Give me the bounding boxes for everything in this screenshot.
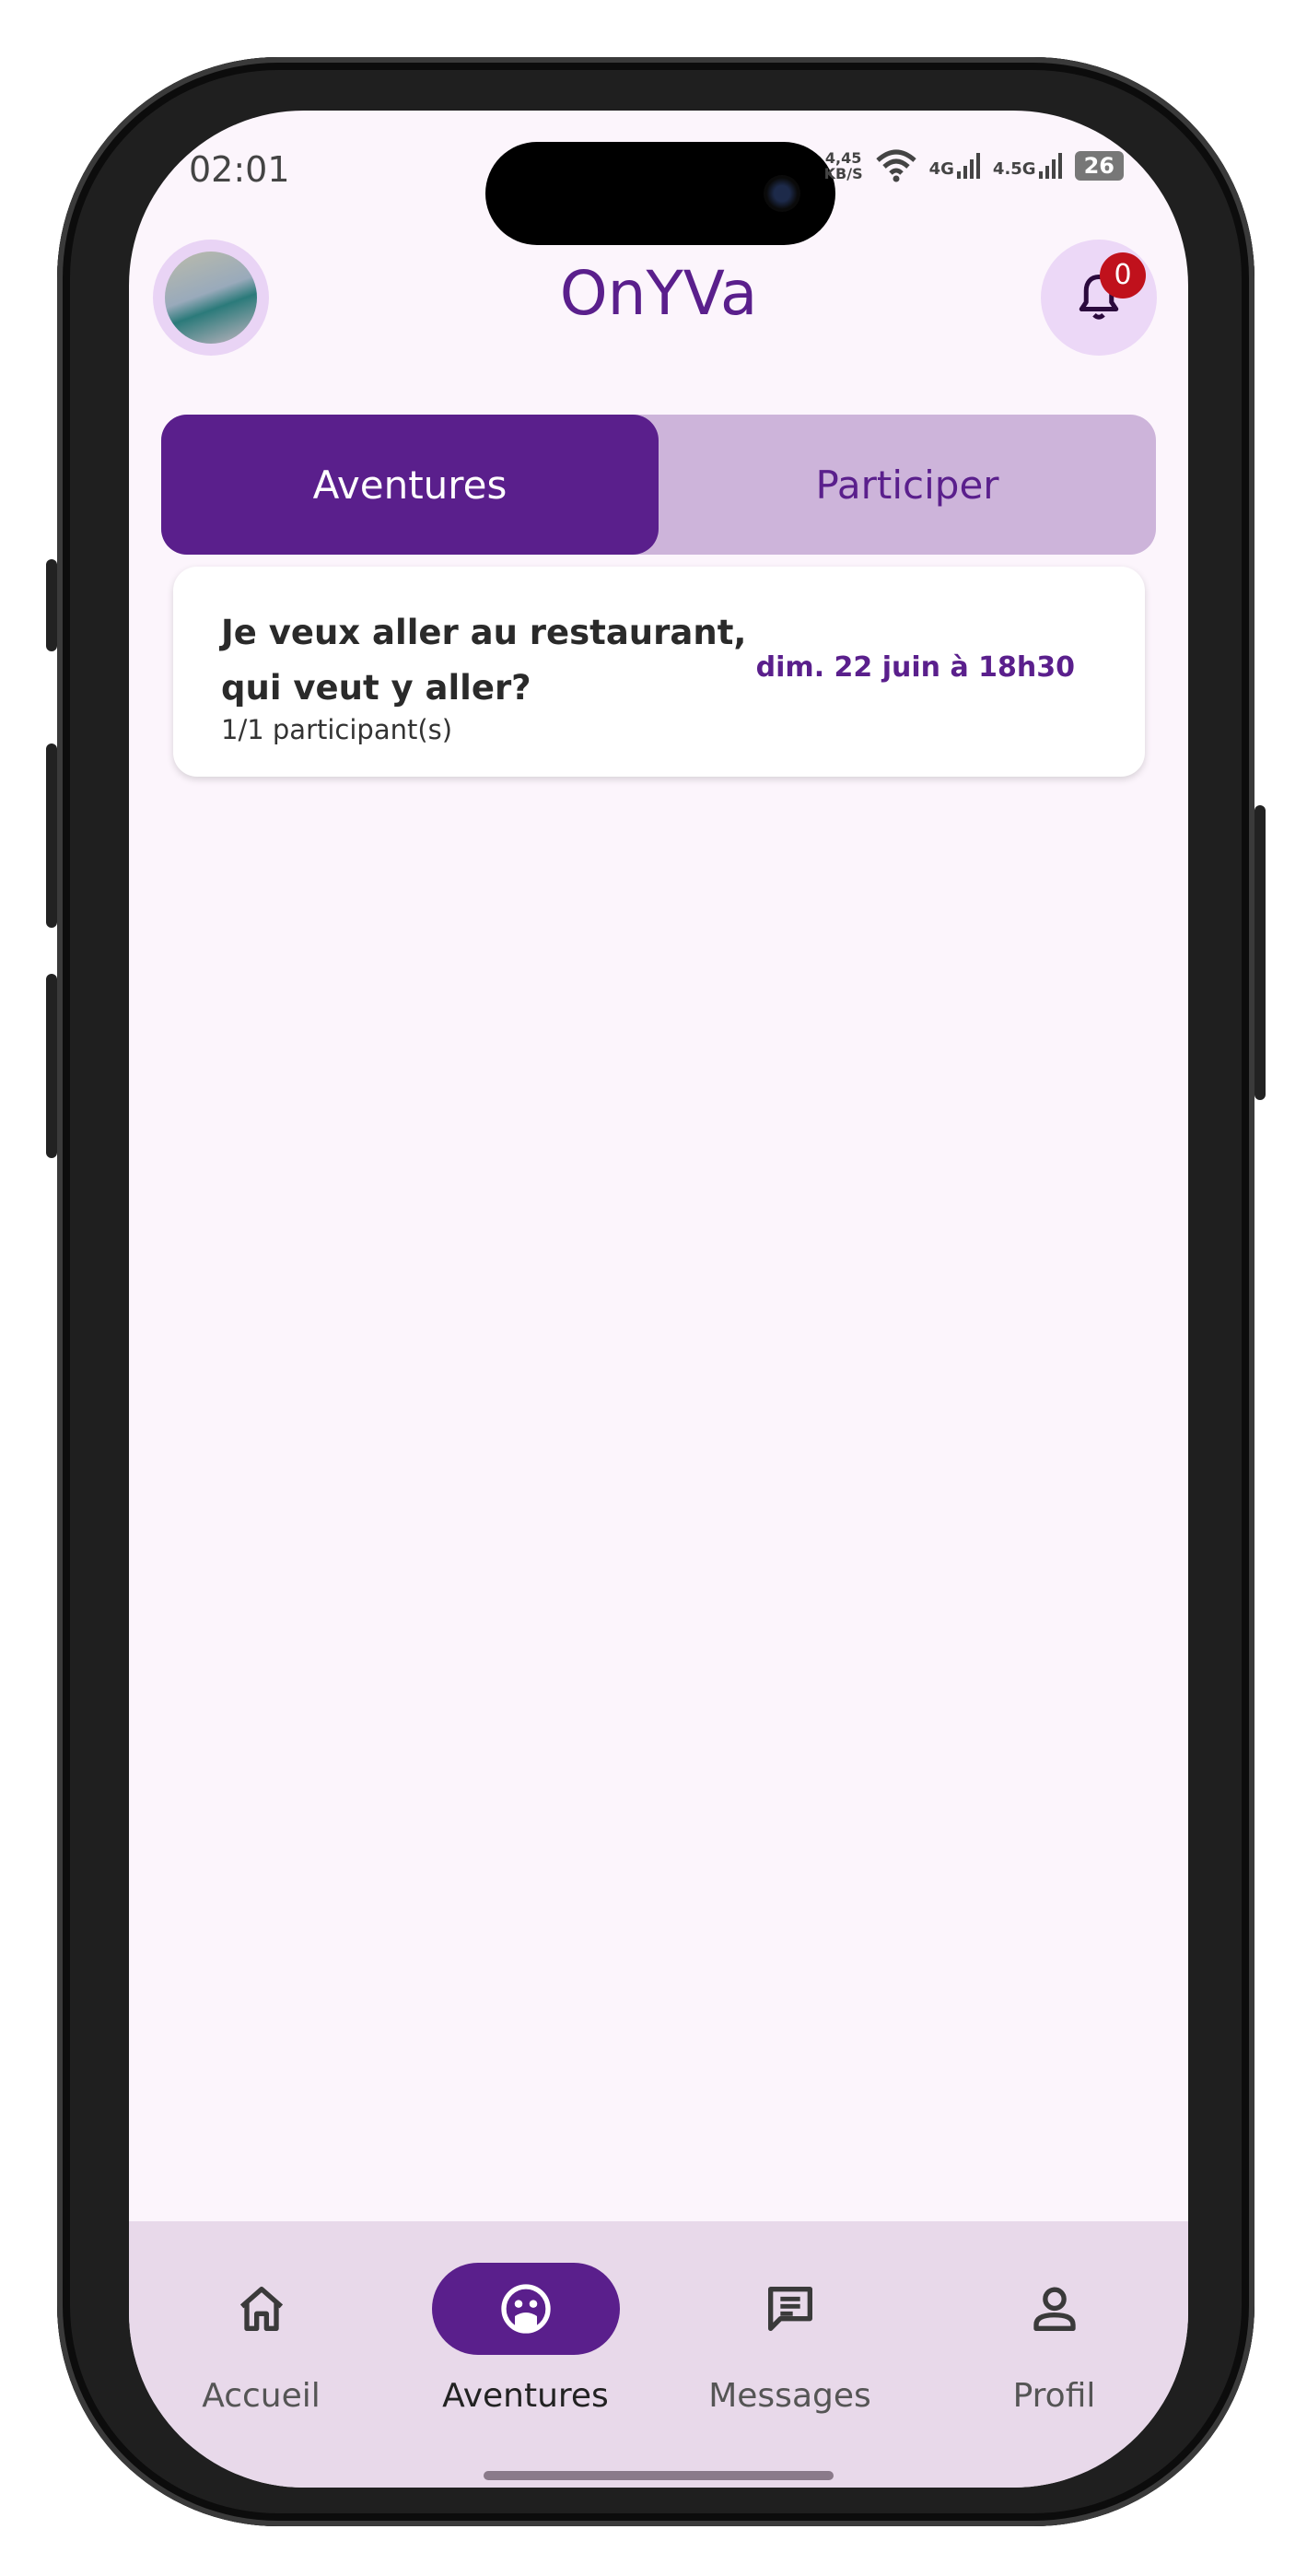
signal-4g-label: 4G	[928, 159, 954, 179]
front-camera	[764, 175, 800, 212]
nav-item-profil[interactable]: Profil	[922, 2263, 1186, 2415]
network-speed-value: 4,45	[824, 149, 862, 167]
explore-icon	[500, 2284, 551, 2334]
dynamic-island	[485, 142, 835, 245]
nav-label-aventures: Aventures	[442, 2377, 609, 2415]
network-speed: 4,45 KB/S	[824, 150, 863, 181]
volume-down-button	[46, 974, 57, 1158]
tab-aventures[interactable]: Aventures	[161, 415, 659, 555]
home-icon	[239, 2287, 283, 2331]
nav-label-messages: Messages	[708, 2377, 871, 2415]
app-header: OnYVa 0	[129, 240, 1188, 356]
signal-bars-icon	[956, 153, 980, 179]
bottom-navigation: Accueil Aventures Messages Profil	[129, 2221, 1188, 2488]
action-button	[46, 559, 57, 651]
status-time: 02:01	[189, 149, 290, 190]
app-title: OnYVa	[559, 258, 758, 329]
notifications-button[interactable]: 0	[1041, 240, 1157, 356]
nav-item-accueil[interactable]: Accueil	[129, 2263, 393, 2415]
nav-item-messages[interactable]: Messages	[658, 2263, 922, 2415]
nav-icon-container	[696, 2263, 884, 2355]
power-button	[1254, 805, 1266, 1100]
volume-up-button	[46, 744, 57, 928]
signal-4g: 4G	[929, 153, 980, 179]
tab-participer[interactable]: Participer	[659, 415, 1156, 555]
nav-icon-container	[431, 2263, 620, 2355]
person-icon	[1033, 2287, 1076, 2331]
signal-bars-icon	[1038, 153, 1062, 179]
message-icon	[767, 2287, 812, 2331]
adventure-participants: 1/1 participant(s)	[221, 714, 453, 745]
battery-indicator: 26	[1074, 151, 1124, 181]
nav-item-aventures[interactable]: Aventures	[393, 2263, 658, 2415]
nav-icon-container	[168, 2263, 356, 2355]
adventure-date: dim. 22 juin à 18h30	[755, 651, 1075, 684]
signal-45g: 4.5G	[993, 153, 1062, 179]
signal-45g-label: 4.5G	[992, 159, 1036, 179]
adventure-title: Je veux aller au restaurant, qui veut y …	[221, 613, 747, 708]
app-screen: 02:01 4,45 KB/S 4G 4.5G 26 OnYVa 0 Avent…	[129, 111, 1188, 2488]
network-speed-unit: KB/S	[823, 165, 863, 182]
segmented-tabs: Aventures Participer	[161, 415, 1156, 555]
nav-icon-container	[961, 2263, 1149, 2355]
home-indicator	[484, 2471, 834, 2480]
nav-label-accueil: Accueil	[202, 2377, 321, 2415]
wifi-icon	[875, 149, 916, 182]
notification-badge: 0	[1100, 252, 1146, 299]
status-icons: 4,45 KB/S 4G 4.5G 26	[824, 149, 1124, 182]
adventure-card[interactable]: Je veux aller au restaurant, qui veut y …	[173, 567, 1145, 777]
nav-label-profil: Profil	[1012, 2377, 1096, 2415]
